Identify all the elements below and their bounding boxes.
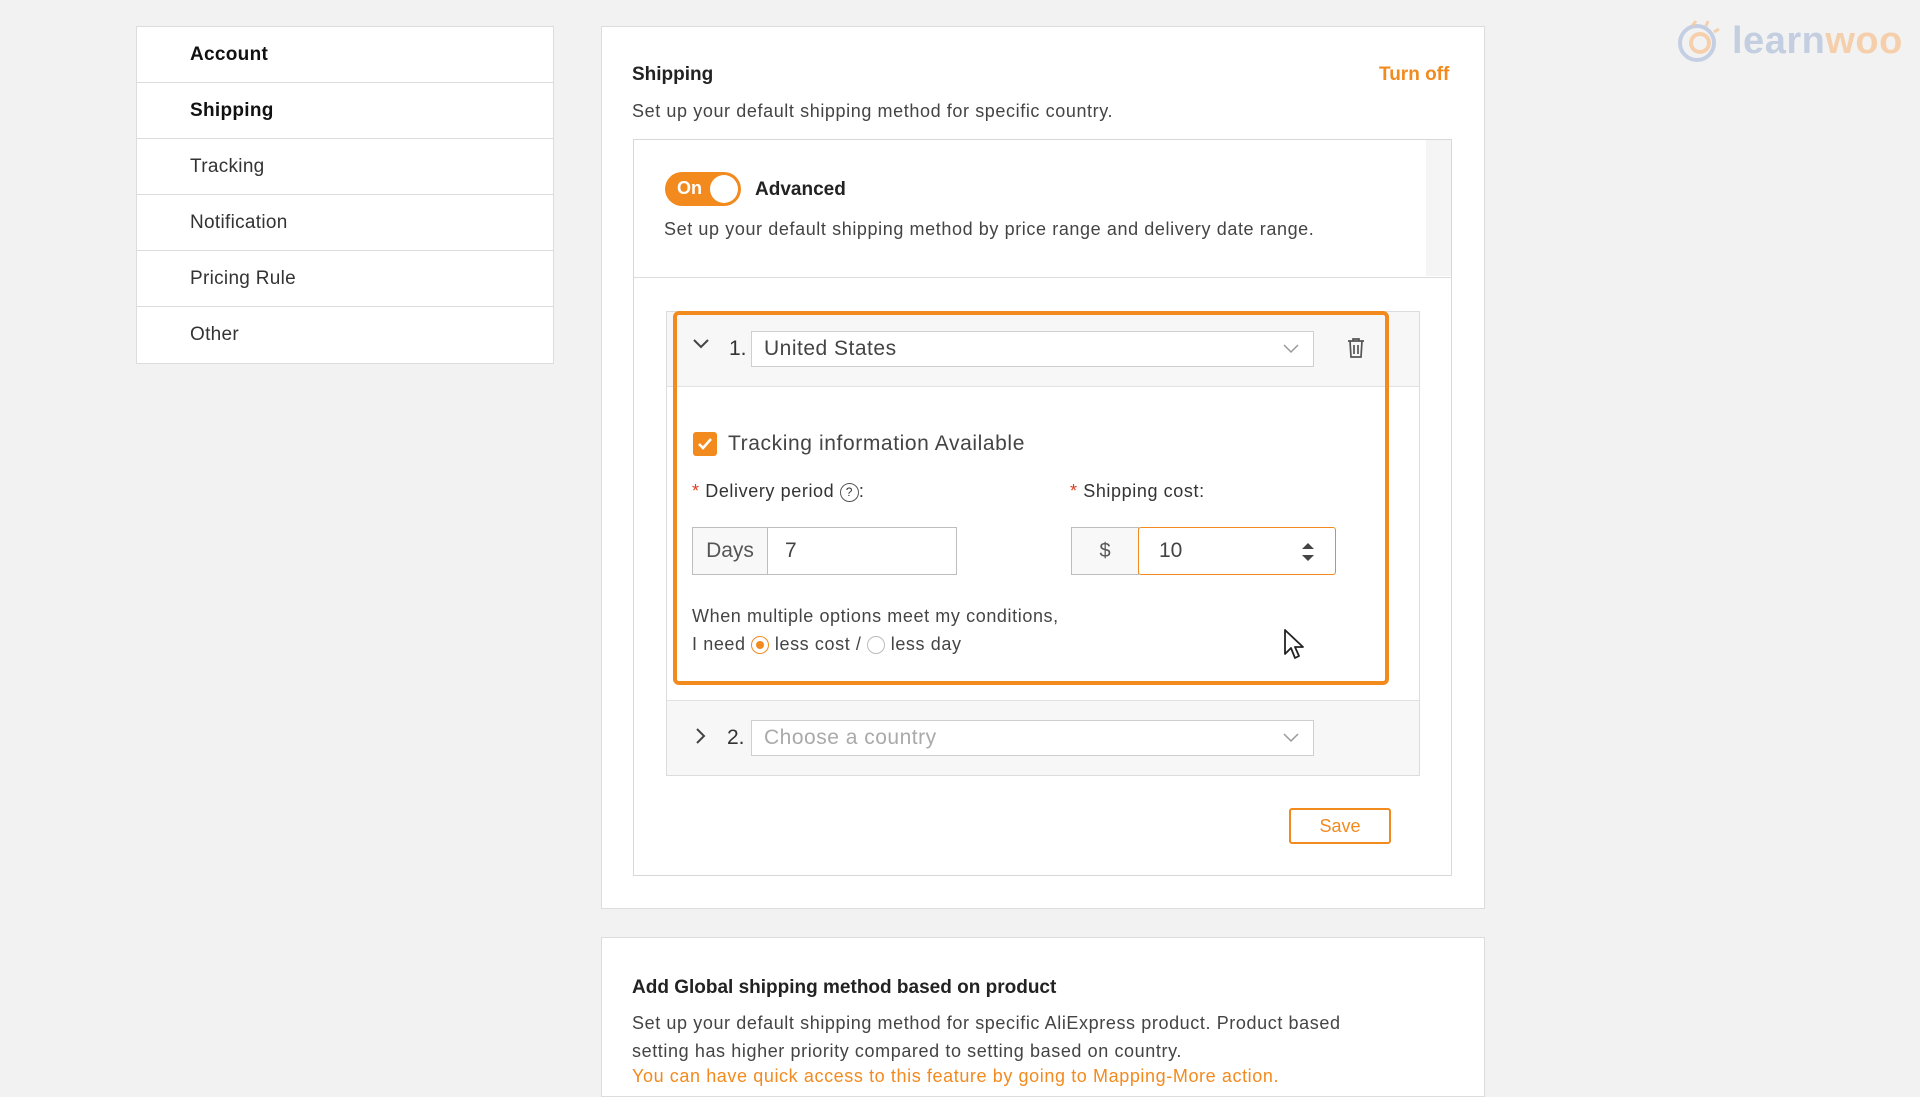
turn-off-link[interactable]: Turn off [1379, 64, 1449, 86]
highlight-annotation [673, 311, 1389, 685]
mapping-more-action-link[interactable]: You can have quick access to this featur… [632, 1066, 1279, 1087]
global-shipping-title: Add Global shipping method based on prod… [632, 977, 1057, 998]
divider [634, 277, 1451, 278]
rule-2-index: 2. [727, 726, 745, 749]
sidebar-item-shipping[interactable]: Shipping [137, 83, 553, 139]
advanced-header [634, 140, 1426, 276]
chevron-right-icon[interactable] [692, 727, 710, 751]
advanced-label: Advanced [755, 179, 846, 200]
mouse-cursor-icon [1283, 628, 1307, 662]
save-button[interactable]: Save [1289, 808, 1391, 844]
sidebar-item-notification[interactable]: Notification [137, 195, 553, 251]
logo-text: learnwoo [1732, 20, 1903, 62]
global-shipping-description: Set up your default shipping method for … [632, 1013, 1341, 1033]
shipping-title: Shipping [632, 64, 714, 85]
country-select-2-placeholder: Choose a country [764, 726, 937, 749]
global-shipping-description-2: setting has higher priority compared to … [632, 1041, 1182, 1061]
chevron-down-icon [1283, 721, 1299, 766]
sidebar-item-other[interactable]: Other [137, 307, 553, 363]
sidebar-item-pricing-rule[interactable]: Pricing Rule [137, 251, 553, 307]
toggle-state-label: On [677, 178, 702, 198]
advanced-description: Set up your default shipping method by p… [664, 219, 1315, 239]
country-select-2[interactable]: Choose a country [751, 720, 1314, 756]
toggle-knob [710, 175, 738, 203]
advanced-scrollbar[interactable] [1426, 140, 1451, 276]
settings-sidebar: Account Shipping Tracking Notification P… [136, 26, 554, 364]
advanced-toggle[interactable]: On [665, 172, 741, 206]
logo-bulb-icon [1678, 20, 1720, 62]
shipping-description: Set up your default shipping method for … [632, 101, 1114, 121]
learnwoo-logo: learnwoo [1670, 18, 1903, 68]
sidebar-item-tracking[interactable]: Tracking [137, 139, 553, 195]
sidebar-item-account[interactable]: Account [137, 27, 553, 83]
